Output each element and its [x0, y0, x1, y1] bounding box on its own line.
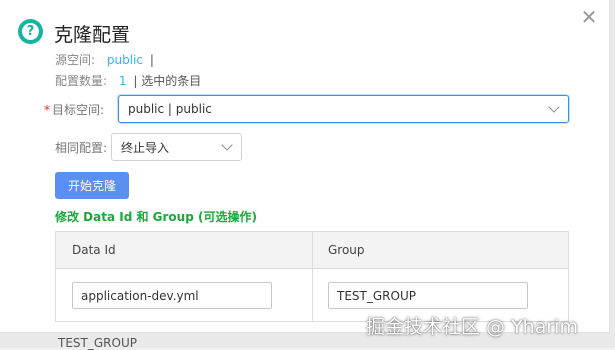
target-space-select[interactable]: public | public: [118, 95, 569, 123]
chevron-down-icon: [221, 139, 233, 151]
data-id-input[interactable]: [72, 282, 272, 309]
header-data-id: Data Id: [72, 243, 116, 257]
source-space-suffix: |: [149, 53, 154, 67]
target-space-label-group: * 目标空间:: [44, 101, 104, 118]
start-clone-button[interactable]: 开始克隆: [55, 172, 129, 199]
config-count-row: 配置数量: 1 | 选中的条目: [55, 72, 201, 89]
same-config-label: 相同配置:: [55, 141, 108, 155]
clone-config-dialog: ? 克隆配置 ✕ 源空间: public | 配置数量: 1 | 选中的条目 *…: [0, 0, 610, 333]
required-marker: *: [44, 103, 50, 117]
chevron-down-icon: [548, 101, 560, 113]
clone-table: Data Id Group: [55, 231, 569, 322]
edit-hint: 修改 Data Id 和 Group (可选操作): [55, 210, 257, 224]
source-space-row: 源空间: public |: [55, 51, 154, 68]
config-count-label: 配置数量:: [55, 74, 108, 88]
close-icon[interactable]: ✕: [579, 7, 599, 27]
same-config-select[interactable]: 终止导入: [111, 133, 242, 161]
column-divider: [312, 232, 313, 321]
question-circle-icon: ?: [18, 19, 43, 44]
target-space-value: public | public: [128, 102, 212, 116]
target-space-label: 目标空间:: [52, 103, 105, 117]
watermark-text: 掘金技术社区 @ Yharim: [366, 316, 578, 338]
header-group: Group: [328, 243, 365, 257]
dialog-title: 克隆配置: [54, 24, 131, 46]
group-input[interactable]: [328, 282, 528, 309]
source-space-label: 源空间:: [55, 53, 96, 67]
config-count-value: 1: [118, 74, 127, 88]
source-space-value: public: [106, 53, 143, 67]
same-config-value: 终止导入: [121, 140, 170, 155]
config-count-suffix: | 选中的条目: [133, 74, 202, 88]
